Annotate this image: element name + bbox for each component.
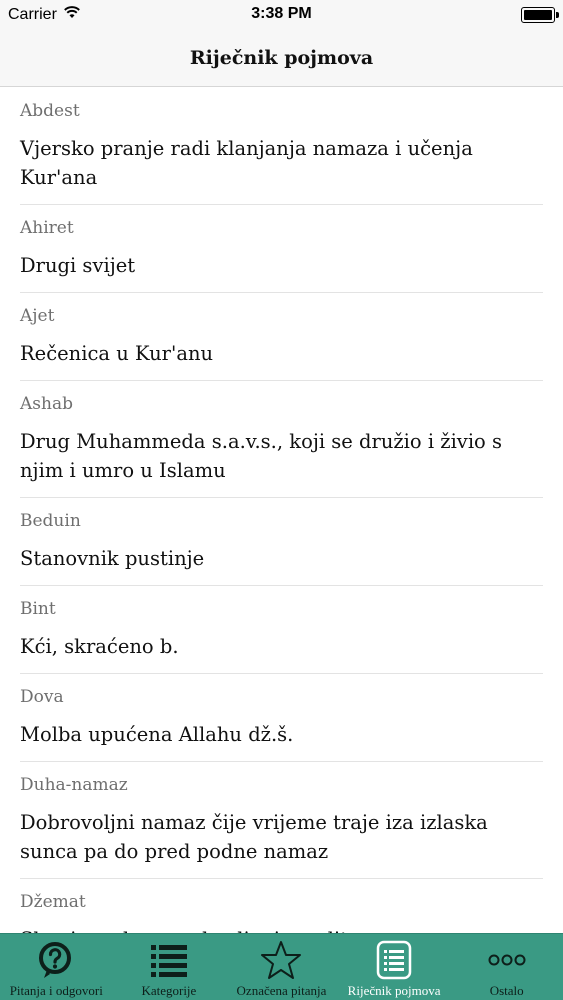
tab-label: Riječnik pojmova <box>347 983 441 998</box>
glossary-list[interactable]: Abdest Vjersko pranje radi klanjanja nam… <box>0 88 563 933</box>
term-label: Abdest <box>20 101 80 121</box>
term-label: Džemat <box>20 892 86 912</box>
definition-text: Molba upućena Allahu dž.š. <box>20 723 294 746</box>
tab-questions-answers[interactable]: Pitanja i odgovori <box>0 934 113 1000</box>
term-label: Dova <box>20 687 64 707</box>
term-label: Duha-namaz <box>20 775 128 795</box>
tab-more[interactable]: Ostalo <box>450 934 563 1000</box>
definition-text: Drugi svijet <box>20 254 136 277</box>
definition-text: Stanovnik pustinje <box>20 547 205 570</box>
term-label: Ahiret <box>20 218 74 238</box>
list-item[interactable]: Ajet Rečenica u Kur'anu <box>0 293 563 381</box>
definition-text: Kći, skraćeno b. <box>20 635 179 658</box>
definition-text: Rečenica u Kur'anu <box>20 342 214 365</box>
star-icon <box>259 940 303 980</box>
navigation-bar: Riječnik pojmova <box>0 30 563 87</box>
page-title: Riječnik pojmova <box>189 47 374 69</box>
question-bubble-icon <box>34 940 78 980</box>
tab-label: Pitanja i odgovori <box>9 983 103 998</box>
tab-bar: Pitanja i odgovori Kategorije Označena p… <box>0 933 563 1000</box>
definition-text: Dobrovoljni namaz čije vrijeme traje iza… <box>20 811 488 863</box>
list-item[interactable]: Ashab Drug Muhammeda s.a.v.s., koji se d… <box>0 381 563 498</box>
tab-label: Označena pitanja <box>236 983 327 998</box>
definition-text: Vjersko pranje radi klanjanja namaza i u… <box>20 137 473 189</box>
list-item[interactable]: Duha-namaz Dobrovoljni namaz čije vrijem… <box>0 762 563 879</box>
list-item[interactable]: Bint Kći, skraćeno b. <box>0 586 563 674</box>
term-label: Beduin <box>20 511 81 531</box>
battery-icon <box>521 7 559 23</box>
more-icon <box>485 940 529 980</box>
status-bar: Carrier 3:38 PM <box>0 0 563 30</box>
list-item[interactable]: Dova Molba upućena Allahu dž.š. <box>0 674 563 762</box>
tab-label: Kategorije <box>141 983 197 998</box>
list-item[interactable]: Abdest Vjersko pranje radi klanjanja nam… <box>0 88 563 205</box>
list-item[interactable]: Beduin Stanovnik pustinje <box>0 498 563 586</box>
term-label: Bint <box>20 599 56 619</box>
tab-glossary[interactable]: Riječnik pojmova <box>338 934 451 1000</box>
term-label: Ashab <box>20 394 73 414</box>
term-label: Ajet <box>20 306 55 326</box>
tab-categories[interactable]: Kategorije <box>113 934 226 1000</box>
definition-text: Drug Muhammeda s.a.v.s., koji se družio … <box>20 430 503 482</box>
list-item[interactable]: Ahiret Drugi svijet <box>0 205 563 293</box>
tab-marked-questions[interactable]: Označena pitanja <box>225 934 338 1000</box>
list-icon <box>147 940 191 980</box>
status-time: 3:38 PM <box>251 5 312 22</box>
tab-label: Ostalo <box>489 983 524 998</box>
document-icon <box>372 940 416 980</box>
list-item[interactable]: Džemat Skupina, skupno obavljanje molitv… <box>0 879 563 933</box>
definition-text: Skupina, skupno obavljanje molitve <box>20 925 543 933</box>
